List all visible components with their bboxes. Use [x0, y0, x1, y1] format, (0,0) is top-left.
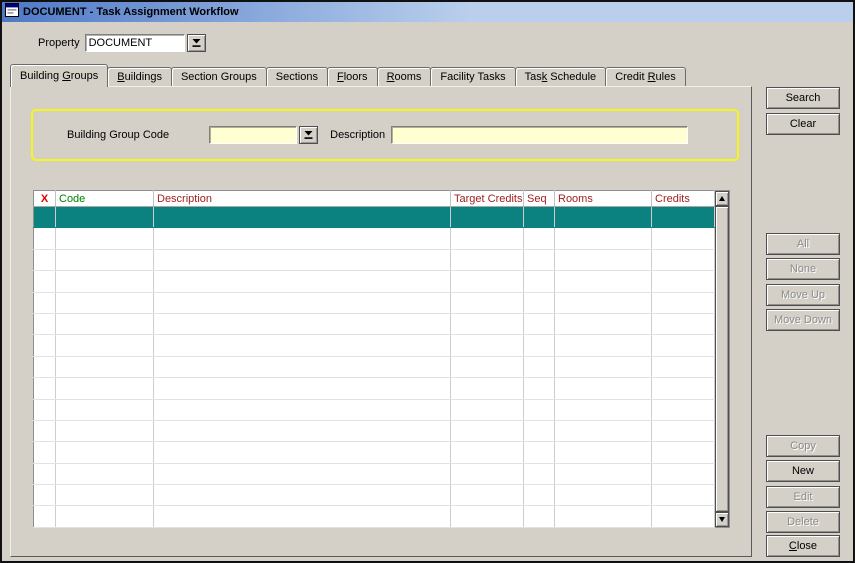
scroll-down-button[interactable] — [715, 512, 729, 527]
grid-scrollbar[interactable] — [715, 190, 730, 528]
table-row[interactable] — [34, 420, 715, 441]
app-window: DOCUMENT - Task Assignment Workflow Prop… — [0, 0, 855, 563]
none-button[interactable]: None — [766, 258, 840, 280]
table-row[interactable] — [34, 442, 715, 463]
property-dropdown-button[interactable] — [187, 34, 206, 52]
tab-credit-rules[interactable]: Credit Rules — [605, 67, 686, 86]
table-row[interactable] — [34, 207, 715, 228]
search-button[interactable]: Search — [766, 87, 840, 109]
new-button[interactable]: New — [766, 460, 840, 482]
all-button[interactable]: All — [766, 233, 840, 255]
table-row[interactable] — [34, 463, 715, 484]
column-header-rooms[interactable]: Rooms — [555, 191, 652, 207]
move-down-button[interactable]: Move Down — [766, 309, 840, 331]
table-row[interactable] — [34, 313, 715, 334]
building-group-code-dropdown-button[interactable] — [299, 126, 318, 144]
close-button[interactable]: Close — [766, 535, 840, 557]
app-icon — [5, 3, 19, 22]
tab-section-groups[interactable]: Section Groups — [171, 67, 267, 86]
delete-button[interactable]: Delete — [766, 511, 840, 533]
property-input[interactable] — [85, 34, 185, 52]
column-header-code[interactable]: Code — [56, 191, 154, 207]
clear-button[interactable]: Clear — [766, 113, 840, 135]
scroll-up-button[interactable] — [715, 191, 729, 206]
move-up-button[interactable]: Move Up — [766, 284, 840, 306]
column-header-credits[interactable]: Credits — [652, 191, 715, 207]
table-row[interactable] — [34, 271, 715, 292]
table-row[interactable] — [34, 249, 715, 270]
search-groupbox: Building Group Code Description — [31, 109, 739, 161]
table-row[interactable] — [34, 356, 715, 377]
tab-floors[interactable]: Floors — [327, 67, 378, 86]
window-title: DOCUMENT - Task Assignment Workflow — [23, 6, 239, 18]
property-label: Property — [38, 37, 80, 49]
dropdown-arrow-icon — [303, 128, 314, 143]
tabbar: Building Groups Buildings Section Groups… — [10, 63, 685, 86]
table-row[interactable] — [34, 506, 715, 528]
table-row[interactable] — [34, 292, 715, 313]
column-header-target-credits[interactable]: Target Credits — [451, 191, 524, 207]
property-row: Property — [38, 34, 206, 52]
description-input[interactable] — [391, 126, 688, 144]
tab-task-schedule[interactable]: Task Schedule — [515, 67, 607, 86]
building-group-code-label: Building Group Code — [67, 129, 169, 141]
column-header-description[interactable]: Description — [154, 191, 451, 207]
down-arrow-icon — [719, 517, 725, 522]
tab-rooms[interactable]: Rooms — [377, 67, 432, 86]
grid-header-row: X Code Description Target Credits Seq Ro… — [34, 191, 715, 207]
results-grid: X Code Description Target Credits Seq Ro… — [33, 190, 715, 528]
tab-buildings[interactable]: Buildings — [107, 67, 172, 86]
copy-button[interactable]: Copy — [766, 435, 840, 457]
tab-facility-tasks[interactable]: Facility Tasks — [430, 67, 515, 86]
tab-building-groups[interactable]: Building Groups — [10, 64, 108, 87]
description-label: Description — [330, 129, 385, 141]
table-row[interactable] — [34, 485, 715, 506]
table-row[interactable] — [34, 335, 715, 356]
table-row[interactable] — [34, 228, 715, 249]
dropdown-arrow-icon — [191, 36, 202, 51]
main-panel: Building Group Code Description X Code D… — [10, 86, 752, 557]
up-arrow-icon — [719, 196, 725, 201]
titlebar: DOCUMENT - Task Assignment Workflow — [2, 2, 853, 22]
tab-sections[interactable]: Sections — [266, 67, 328, 86]
column-header-seq[interactable]: Seq — [524, 191, 555, 207]
scrollbar-thumb[interactable] — [715, 206, 729, 512]
grid-area: X Code Description Target Credits Seq Ro… — [33, 190, 730, 528]
grid-body — [34, 207, 715, 528]
table-row[interactable] — [34, 399, 715, 420]
column-header-x[interactable]: X — [34, 191, 56, 207]
edit-button[interactable]: Edit — [766, 486, 840, 508]
table-row[interactable] — [34, 378, 715, 399]
building-group-code-input[interactable] — [209, 126, 297, 144]
